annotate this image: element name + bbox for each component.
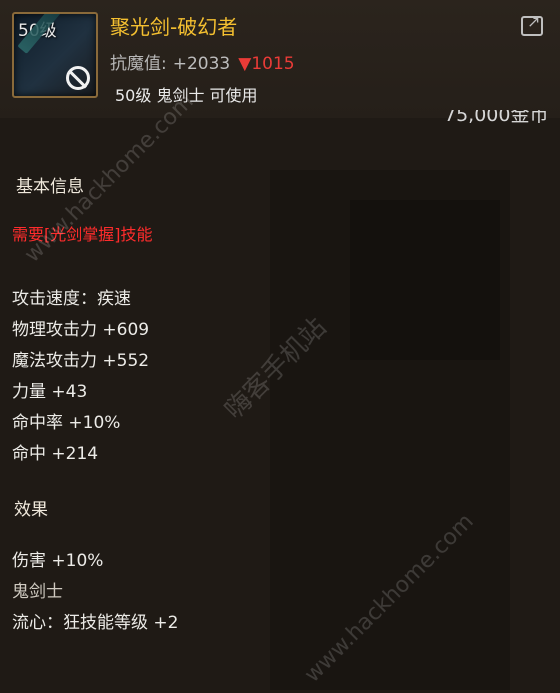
stat-strength: 力量 +43 xyxy=(12,382,88,402)
resist-value: +2033 xyxy=(172,54,231,74)
stat-hit: 命中 +214 xyxy=(12,444,99,464)
effect-damage: 伤害 +10% xyxy=(12,551,104,571)
resist-label: 抗魔值: xyxy=(110,54,167,74)
item-price: 75,000金币 xyxy=(444,110,549,126)
item-icon: 50级 xyxy=(12,12,98,98)
item-name: 聚光剑-破幻者 xyxy=(110,15,238,39)
resist-change: ▼1015 xyxy=(238,54,295,74)
effect-skill-level: 流心：狂技能等级 +2 xyxy=(12,613,179,633)
no-icon xyxy=(66,66,90,90)
resist-line: 抗魔值: +2033 ▼1015 xyxy=(110,49,295,74)
stat-attack-speed: 攻击速度：疾速 xyxy=(12,289,131,309)
basic-info-title: 基本信息 xyxy=(16,177,84,197)
stat-physical-attack: 物理攻击力 +609 xyxy=(12,320,150,340)
effects-title: 效果 xyxy=(14,500,48,520)
effect-class: 鬼剑士 xyxy=(12,582,63,602)
share-icon[interactable] xyxy=(521,12,543,36)
background-panel xyxy=(350,200,500,360)
stat-hit-rate: 命中率 +10% xyxy=(12,413,121,433)
stat-magic-attack: 魔法攻击力 +552 xyxy=(12,351,150,371)
